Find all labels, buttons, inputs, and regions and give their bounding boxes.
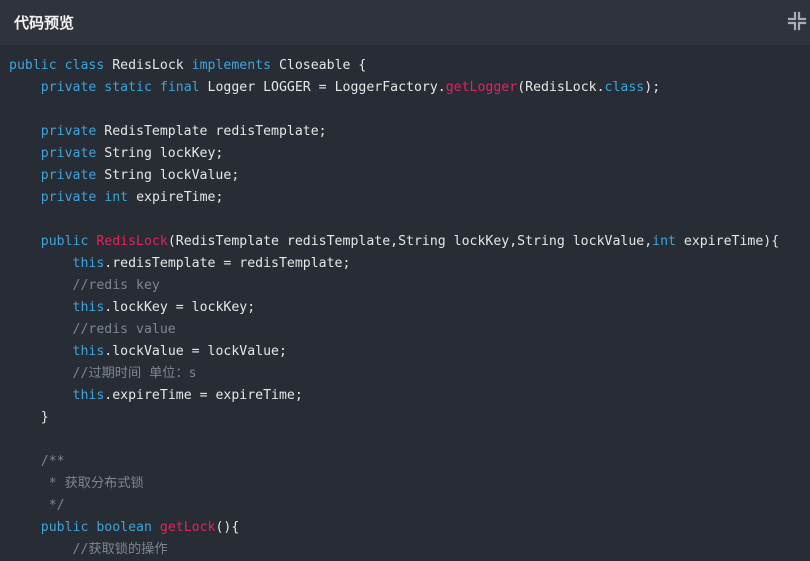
code-line: * 获取分布式锁 [9,473,810,495]
code-line: //获取锁的操作 [9,539,810,561]
code-token: .redisTemplate = redisTemplate; [104,256,351,271]
code-line: private int expireTime; [9,187,810,209]
preview-header: 代码预览 [0,0,810,45]
code-token: * 获取分布式锁 [48,476,144,491]
code-line: //redis key [9,275,810,297]
code-token: RedisLock [96,234,168,249]
code-token: private [40,168,97,183]
code-token: public [9,58,57,73]
code-line: this.expireTime = expireTime; [9,385,810,407]
code-line: this.lockKey = lockKey; [9,297,810,319]
code-line: private String lockKey; [9,143,810,165]
code-token: String lockKey; [96,146,224,161]
code-token: /** [40,454,65,469]
code-token: int [652,234,676,249]
code-token: class [604,80,645,95]
code-token: class [64,58,105,73]
code-token: this [72,344,105,359]
code-token: private [40,124,97,139]
code-block: public class RedisLock implements Closea… [9,55,810,561]
code-line: /** [9,451,810,473]
collapse-icon[interactable] [786,10,808,32]
code-token: //过期时间 单位：s [72,366,197,381]
code-token: this [72,300,105,315]
code-token: Closeable { [271,58,367,73]
code-token: .lockKey = lockKey; [104,300,256,315]
code-token: public [40,520,89,535]
code-token: String lockValue; [96,168,240,183]
code-token: //redis value [72,322,176,337]
code-token: private [40,190,97,205]
code-token: //redis key [72,278,160,293]
code-line: private String lockValue; [9,165,810,187]
code-token: this [72,256,105,271]
code-token: Logger LOGGER = LoggerFactory. [199,80,446,95]
code-token: RedisTemplate redisTemplate; [96,124,327,139]
code-token: private [40,146,97,161]
code-token: static [104,80,152,95]
code-line: public class RedisLock implements Closea… [9,55,810,77]
code-token: .expireTime = expireTime; [104,388,303,403]
code-preview-window: 代码预览 public class RedisLock implements C… [0,0,810,561]
code-line: private RedisTemplate redisTemplate; [9,121,810,143]
code-token: expireTime){ [675,234,780,249]
code-token: getLogger [445,80,518,95]
code-token: */ [48,498,65,513]
code-token: //获取锁的操作 [72,542,168,557]
code-line: public boolean getLock(){ [9,517,810,539]
code-token: this [72,388,105,403]
code-line: //过期时间 单位：s [9,363,810,385]
code-token: getLock [159,520,216,535]
code-token: } [9,410,49,425]
code-line: private static final Logger LOGGER = Log… [9,77,810,99]
code-token: private [40,80,97,95]
code-token: RedisLock [104,58,192,73]
code-token: public [40,234,89,249]
code-line: public RedisLock(RedisTemplate redisTemp… [9,231,810,253]
code-token: .lockValue = lockValue; [104,344,287,359]
code-token: boolean [96,520,152,535]
code-token: expireTime; [128,190,224,205]
code-token: int [104,190,129,205]
code-line: this.redisTemplate = redisTemplate; [9,253,810,275]
code-token: (){ [215,520,240,535]
preview-title: 代码预览 [14,14,75,32]
code-token: ); [644,80,661,95]
code-token: (RedisTemplate redisTemplate,String lock… [167,234,653,249]
code-line: } [9,407,810,429]
code-line: */ [9,495,810,517]
code-token: final [159,80,200,95]
code-line: this.lockValue = lockValue; [9,341,810,363]
code-token: (RedisLock. [517,80,605,95]
code-line: //redis value [9,319,810,341]
code-token: implements [191,58,272,73]
